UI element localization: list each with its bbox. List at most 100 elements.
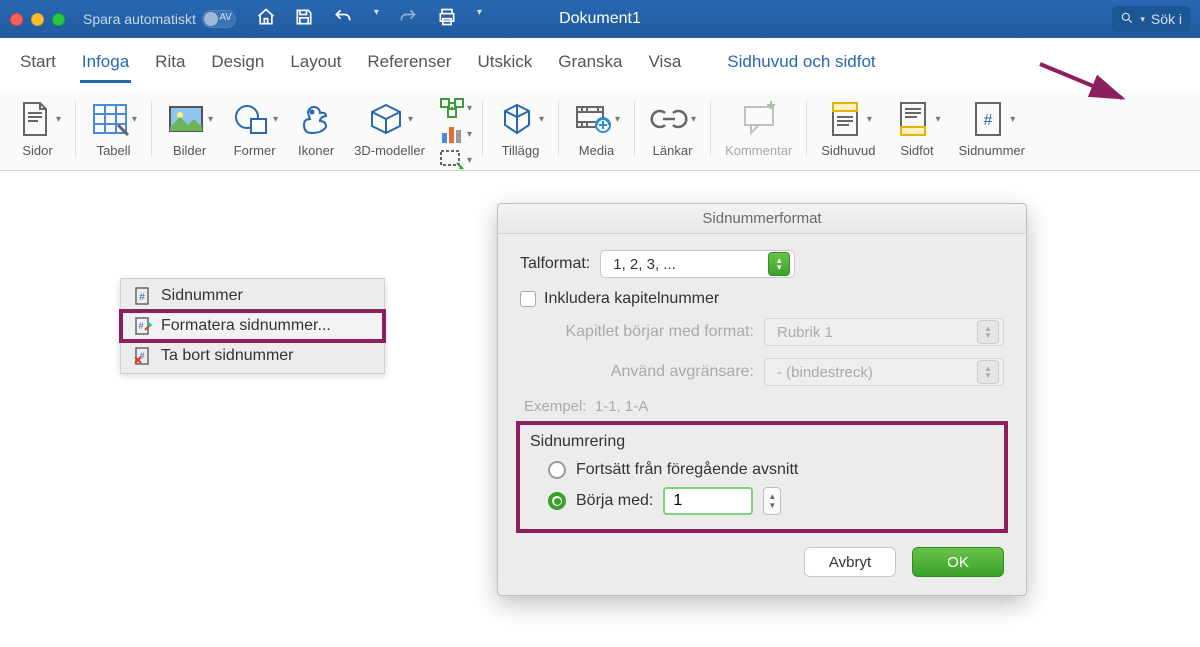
table-button[interactable]: ▾ Tabell [86, 97, 141, 160]
3d-models-label: 3D-modeller [354, 143, 425, 158]
chapter-starts-label: Kapitlet börjar med format: [554, 323, 754, 341]
page-number-format-dialog: Sidnummerformat Talformat: 1, 2, 3, ... … [497, 203, 1027, 596]
chevron-down-icon: ▾ [467, 129, 472, 140]
tab-infoga[interactable]: Infoga [80, 48, 131, 83]
menu-item-remove-page-number[interactable]: # Ta bort sidnummer [121, 341, 384, 371]
ribbon-content: ▾ Sidor ▾ Tabell ▾ Bilder ▾ [0, 89, 1200, 171]
shapes-button[interactable]: ▾ Former [227, 97, 282, 160]
addins-button[interactable]: ▾ Tillägg [493, 97, 548, 160]
table-icon [90, 99, 130, 139]
start-at-radio[interactable] [548, 492, 566, 510]
pictures-button[interactable]: ▾ Bilder [162, 97, 217, 160]
page-number-icon: # [968, 99, 1008, 139]
include-chapter-row: Inkludera kapitelnummer [520, 290, 1004, 308]
autosave-knob [204, 12, 218, 26]
comment-button[interactable]: Kommentar [721, 97, 796, 160]
format-page-number-icon: # [133, 317, 153, 335]
svg-text:#: # [139, 292, 145, 303]
chevron-down-icon: ▾ [935, 114, 940, 125]
header-icon [825, 99, 865, 139]
page-number-label: Sidnummer [959, 143, 1025, 158]
start-at-input[interactable] [663, 487, 753, 515]
header-footer-group: ▾ Sidhuvud ▾ Sidfot # ▾ Sidnummer [817, 97, 1029, 160]
number-format-select[interactable]: 1, 2, 3, ... ▲▼ [600, 250, 795, 278]
tab-rita[interactable]: Rita [153, 48, 187, 83]
chart-button[interactable]: ▾ [439, 123, 472, 145]
tab-granska[interactable]: Granska [556, 48, 624, 83]
close-window-button[interactable] [10, 13, 23, 26]
include-chapter-checkbox[interactable] [520, 291, 536, 307]
tab-context-header-footer[interactable]: Sidhuvud och sidfot [725, 48, 877, 83]
number-format-label: Talformat: [520, 255, 590, 273]
chapter-starts-value: Rubrik 1 [777, 324, 833, 341]
quick-access-toolbar: ▾ ▾ [256, 7, 482, 32]
icons-button[interactable]: Ikoner [292, 97, 340, 160]
chevron-down-icon: ▾ [691, 114, 696, 125]
autosave-switch[interactable]: AV [202, 10, 236, 28]
screenshot-button[interactable]: ▾ [439, 149, 472, 171]
3d-models-button[interactable]: ▾ 3D-modeller [350, 97, 429, 160]
pages-button[interactable]: ▾ Sidor [10, 97, 65, 160]
search-placeholder: Sök i [1151, 11, 1182, 27]
search-box[interactable]: ▾ Sök i [1112, 6, 1190, 32]
print-icon[interactable] [437, 7, 457, 32]
divider [558, 101, 559, 156]
titlebar: Spara automatiskt AV ▾ ▾ Dokument1 ▾ Sök… [0, 0, 1200, 38]
ok-button[interactable]: OK [912, 547, 1004, 577]
minimize-window-button[interactable] [31, 13, 44, 26]
separator-select: - (bindestreck) ▲▼ [764, 358, 1004, 386]
dialog-body: Talformat: 1, 2, 3, ... ▲▼ Inkludera kap… [498, 234, 1026, 533]
tab-referenser[interactable]: Referenser [365, 48, 453, 83]
chapter-starts-row: Kapitlet börjar med format: Rubrik 1 ▲▼ [520, 318, 1004, 346]
autosave-label: Spara automatiskt [83, 11, 196, 27]
tab-layout[interactable]: Layout [288, 48, 343, 83]
chevron-down-icon: ▾ [408, 114, 413, 125]
addins-label: Tillägg [502, 143, 540, 158]
tab-visa[interactable]: Visa [647, 48, 684, 83]
smartart-button[interactable]: ▾ [439, 97, 472, 119]
page-number-button[interactable]: # ▾ Sidnummer [955, 97, 1029, 160]
shapes-label: Former [234, 143, 276, 158]
links-label: Länkar [653, 143, 693, 158]
media-button[interactable]: ▾ Media [569, 97, 624, 160]
autosave-toggle-group: Spara automatiskt AV [83, 10, 236, 28]
comment-icon [739, 99, 779, 139]
undo-icon[interactable] [332, 7, 354, 32]
menu-item-label: Sidnummer [161, 287, 243, 305]
continue-radio-row[interactable]: Fortsätt från föregående avsnitt [530, 461, 994, 479]
start-at-stepper[interactable]: ▲▼ [763, 487, 781, 515]
page-number-context-menu: # Sidnummer # Formatera sidnummer... # T… [120, 278, 385, 374]
page-numbering-group: Sidnumrering Fortsätt från föregående av… [520, 425, 1004, 529]
continue-label: Fortsätt från föregående avsnitt [576, 461, 798, 479]
tab-start[interactable]: Start [18, 48, 58, 83]
footer-button[interactable]: ▾ Sidfot [889, 97, 944, 160]
tab-utskick[interactable]: Utskick [475, 48, 534, 83]
chevron-down-icon: ▾ [208, 114, 213, 125]
fullscreen-window-button[interactable] [52, 13, 65, 26]
start-at-radio-row[interactable]: Börja med: ▲▼ [530, 487, 994, 515]
footer-icon [893, 99, 933, 139]
header-button[interactable]: ▾ Sidhuvud [817, 97, 879, 160]
search-dropdown-caret[interactable]: ▾ [1140, 14, 1145, 25]
home-icon[interactable] [256, 7, 276, 32]
divider [806, 101, 807, 156]
chevron-down-icon: ▾ [467, 103, 472, 114]
dialog-buttons: Avbryt OK [498, 533, 1026, 595]
menu-item-page-number[interactable]: # Sidnummer [121, 281, 384, 311]
continue-radio[interactable] [548, 461, 566, 479]
illustrations-group: ▾ Bilder ▾ Former Ikoner ▾ 3D-mo [162, 97, 472, 160]
tab-design[interactable]: Design [209, 48, 266, 83]
cube-icon [366, 99, 406, 139]
cancel-button[interactable]: Avbryt [804, 547, 896, 577]
icons-label: Ikoner [298, 143, 334, 158]
autosave-switch-text: AV [219, 12, 232, 23]
svg-text:#: # [984, 112, 993, 129]
menu-item-format-page-number[interactable]: # Formatera sidnummer... [121, 311, 384, 341]
example-label: Exempel: [524, 398, 587, 415]
undo-dropdown-caret[interactable]: ▾ [374, 7, 379, 32]
links-button[interactable]: ▾ Länkar [645, 97, 700, 160]
redo-icon[interactable] [397, 7, 419, 32]
save-icon[interactable] [294, 7, 314, 32]
print-dropdown-caret[interactable]: ▾ [477, 7, 482, 32]
separator-label: Använd avgränsare: [554, 363, 754, 381]
